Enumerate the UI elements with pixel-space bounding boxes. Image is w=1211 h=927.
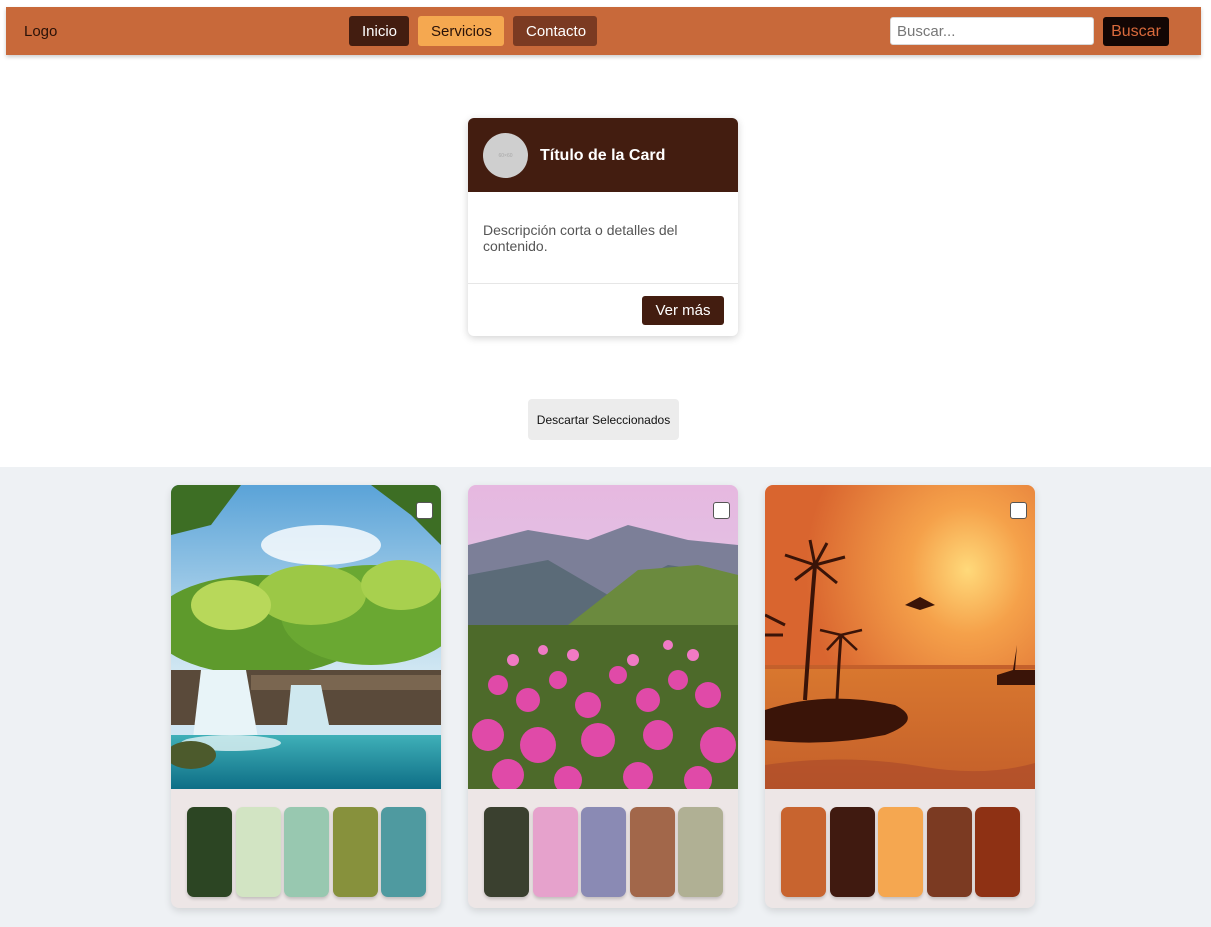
color-swatches [781,807,1021,897]
color-swatch[interactable] [332,807,378,897]
card-footer: Ver más [468,284,738,336]
color-swatch[interactable] [187,807,232,897]
color-swatch[interactable] [678,807,723,897]
color-swatches [484,807,724,897]
card-header: 60×60 Título de la Card [468,118,738,192]
avatar-placeholder-text: 60×60 [498,152,513,159]
color-swatch[interactable] [581,807,626,897]
nav-inicio-button[interactable]: Inicio [349,16,409,46]
color-swatch[interactable] [975,807,1020,897]
nav-contacto-button[interactable]: Contacto [513,16,597,46]
mountain-flowers-image [468,485,738,789]
tropical-sunset-image [765,485,1035,789]
card-description: Descripción corta o detalles del conteni… [468,192,738,284]
palette-card [171,485,441,908]
color-swatch[interactable] [878,807,923,897]
palette-gallery [0,467,1211,927]
color-swatch[interactable] [829,807,875,897]
ver-mas-button[interactable]: Ver más [642,296,724,325]
select-checkbox[interactable] [1010,502,1027,519]
color-swatch[interactable] [532,807,578,897]
avatar: 60×60 [483,133,528,178]
logo[interactable]: Logo [24,23,57,40]
palette-card [468,485,738,908]
card-title: Título de la Card [540,147,666,164]
color-swatch[interactable] [235,807,281,897]
search-button[interactable]: Buscar [1103,17,1169,46]
color-swatch[interactable] [926,807,972,897]
color-swatch[interactable] [284,807,329,897]
discard-selected-button[interactable]: Descartar Seleccionados [528,399,679,440]
color-swatches [187,807,427,897]
color-swatch[interactable] [381,807,426,897]
color-swatch[interactable] [781,807,826,897]
navbar: Logo Inicio Servicios Contacto Buscar [6,7,1201,55]
palette-card [765,485,1035,908]
select-checkbox[interactable] [416,502,433,519]
color-swatch[interactable] [629,807,675,897]
content-card: 60×60 Título de la Card Descripción cort… [468,118,738,336]
select-checkbox[interactable] [713,502,730,519]
nav-servicios-button[interactable]: Servicios [418,16,504,46]
color-swatch[interactable] [484,807,529,897]
search-input[interactable] [890,17,1094,45]
waterfall-image [171,485,441,789]
